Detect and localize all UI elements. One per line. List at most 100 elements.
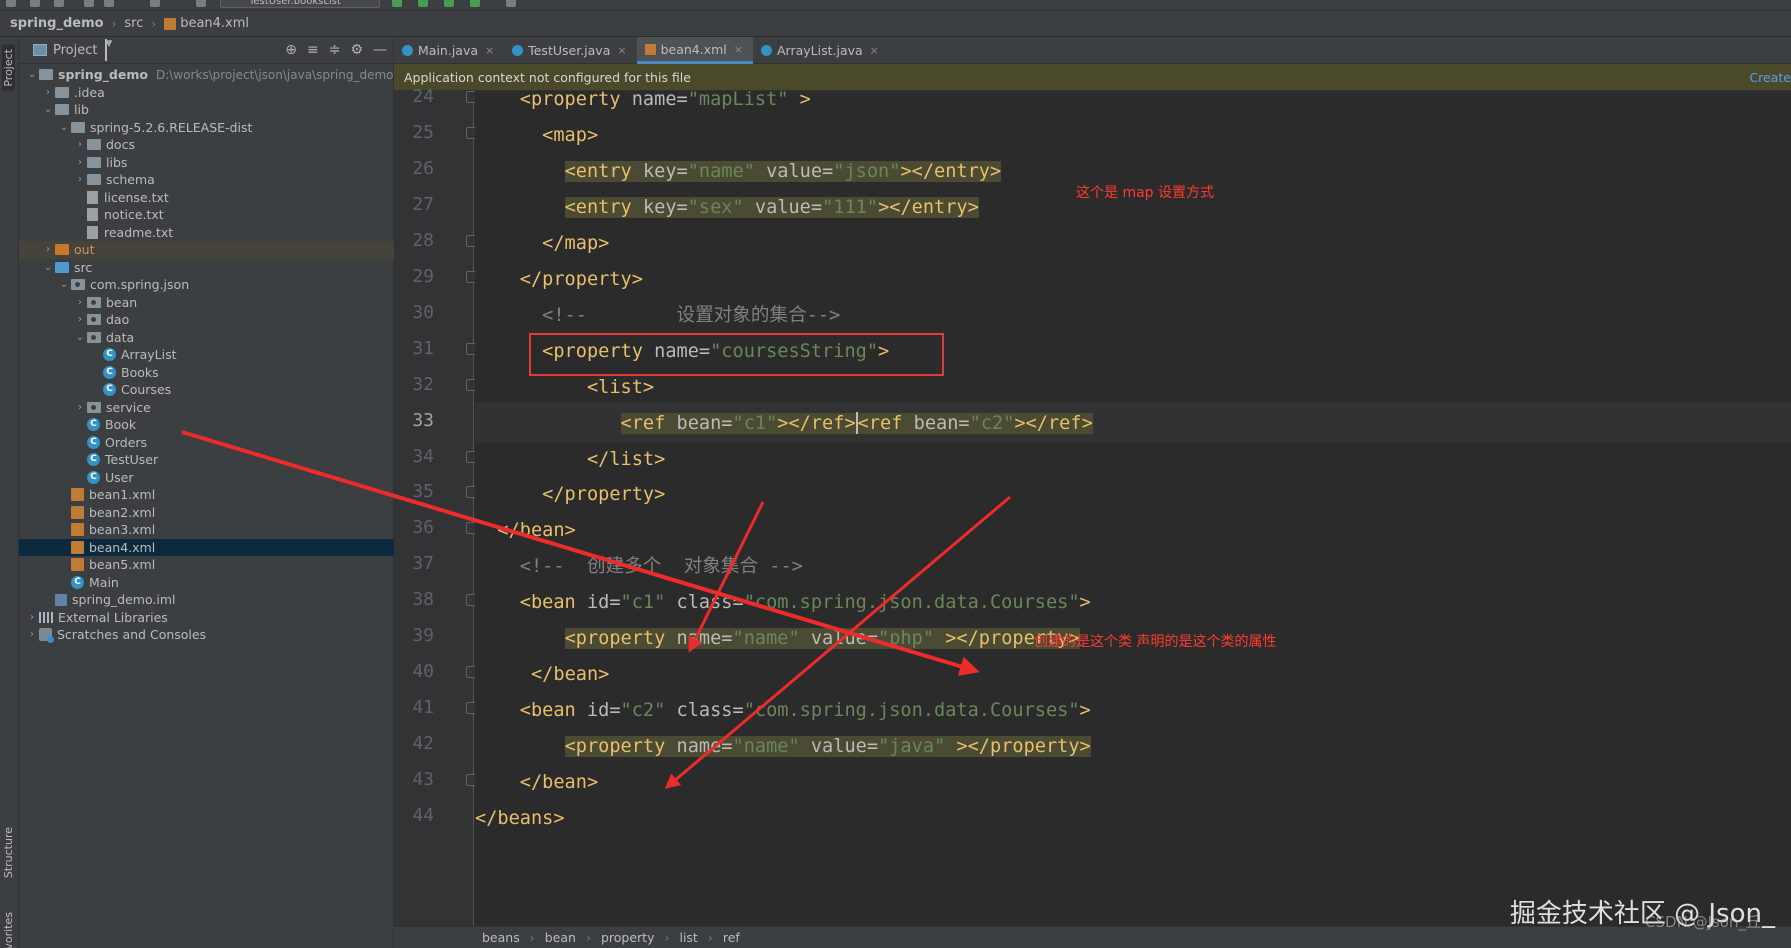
tree-item[interactable]: › bean [19, 294, 394, 312]
code-line[interactable]: </map> [475, 223, 609, 264]
tree-item[interactable]: › libs [19, 154, 394, 172]
chevron-down-icon[interactable]: ⌄ [57, 279, 71, 290]
hammer-icon[interactable] [196, 0, 206, 7]
breadcrumb-item[interactable]: bean [545, 930, 576, 945]
chevron-down-icon[interactable]: ⌄ [25, 69, 39, 80]
code-line[interactable]: <entry key="name" value="json"></entry> [475, 151, 1002, 192]
tree-item[interactable]: C Main [19, 574, 394, 592]
chevron-down-icon[interactable]: ⌄ [73, 332, 87, 343]
sync-icon[interactable] [54, 0, 64, 7]
tree-item[interactable]: spring_demo.iml [19, 591, 394, 609]
tree-item[interactable]: ⌄ src [19, 259, 394, 277]
breadcrumb-item[interactable]: beans [482, 930, 520, 945]
tree-item[interactable]: C User [19, 469, 394, 487]
chevron-right-icon[interactable]: › [73, 314, 87, 325]
tree-item[interactable]: › docs [19, 136, 394, 154]
code-line[interactable]: <entry key="sex" value="111"></entry> [475, 187, 979, 228]
tree-item[interactable]: bean4.xml [19, 538, 394, 556]
code-line[interactable]: </beans> [475, 798, 565, 839]
run-icon[interactable] [392, 0, 402, 7]
project-view-selector[interactable]: Project [53, 43, 97, 58]
tree-item[interactable]: C ArrayList [19, 346, 394, 364]
create-link[interactable]: Create [1749, 70, 1791, 85]
tree-item[interactable]: readme.txt [19, 224, 394, 242]
chevron-right-icon[interactable]: › [73, 139, 87, 150]
tree-item[interactable]: C TestUser [19, 451, 394, 469]
chevron-down-icon[interactable]: ⌄ [57, 122, 71, 133]
code-line[interactable]: <ref bean="c1"></ref> <ref bean="c2"></re… [475, 403, 1093, 444]
close-icon[interactable]: × [617, 44, 626, 57]
expand-all-icon[interactable]: ≡ [307, 42, 319, 58]
locate-icon[interactable]: ⊕ [285, 42, 297, 58]
breadcrumb-item[interactable]: property [601, 930, 655, 945]
chevron-right-icon[interactable]: › [73, 402, 87, 413]
close-icon[interactable]: × [485, 44, 494, 57]
tree-item[interactable]: ⌄ com.spring.json [19, 276, 394, 294]
code-line[interactable]: </bean> [475, 762, 598, 803]
code-line[interactable]: <map> [475, 115, 598, 156]
tree-item[interactable]: ⌄ data [19, 329, 394, 347]
chevron-down-icon[interactable]: ⌄ [41, 262, 55, 273]
chevron-right-icon[interactable]: › [41, 87, 55, 98]
nav-project[interactable]: spring_demo [10, 16, 104, 31]
chevron-right-icon[interactable]: › [73, 157, 87, 168]
tree-item[interactable]: ⌄ lib [19, 101, 394, 119]
save-icon[interactable] [6, 0, 16, 7]
code-line[interactable]: <property name="name" value="php" ></pro… [475, 618, 1080, 659]
chevron-right-icon[interactable]: › [25, 612, 39, 623]
gear-icon[interactable]: ⚙ [350, 42, 363, 58]
save-all-icon[interactable] [30, 0, 40, 7]
nav-file[interactable]: bean4.xml [180, 16, 249, 31]
chevron-right-icon[interactable]: › [25, 629, 39, 640]
close-icon[interactable]: × [734, 43, 743, 56]
tree-item[interactable]: › out [19, 241, 394, 259]
tree-item[interactable]: C Orders [19, 434, 394, 452]
project-tool-button[interactable]: Project [2, 45, 15, 91]
chevron-right-icon[interactable]: › [73, 174, 87, 185]
code-line[interactable]: </property> [475, 474, 665, 515]
code-line[interactable]: <bean id="c2" class="com.spring.json.dat… [475, 690, 1091, 731]
code-line[interactable]: </bean> [475, 654, 609, 695]
code-editor[interactable]: <property name="mapList" > <map> <entry … [475, 91, 1791, 926]
tree-item[interactable]: › dao [19, 311, 394, 329]
code-line[interactable]: <!-- 创建多个 对象集合 --> [475, 546, 803, 587]
tree-item[interactable]: C Books [19, 364, 394, 382]
tree-item[interactable]: bean1.xml [19, 486, 394, 504]
chevron-down-icon[interactable]: ▼ [105, 39, 112, 61]
tree-item[interactable]: › .idea [19, 84, 394, 102]
breadcrumb-item[interactable]: ref [723, 930, 740, 945]
build-icon[interactable] [150, 0, 160, 7]
tree-item[interactable]: notice.txt [19, 206, 394, 224]
code-line[interactable]: </bean> [475, 510, 575, 551]
code-line[interactable]: <!-- 设置对象的集合--> [475, 295, 840, 336]
tree-item[interactable]: ⌄ spring-5.2.6.RELEASE-dist [19, 119, 394, 137]
tree-item[interactable]: › External Libraries [19, 609, 394, 627]
tree-item[interactable]: › service [19, 399, 394, 417]
profile-icon[interactable] [470, 0, 480, 7]
chevron-down-icon[interactable]: ⌄ [41, 104, 55, 115]
nav-folder[interactable]: src [124, 16, 143, 31]
stop-icon[interactable] [506, 0, 516, 7]
forward-icon[interactable] [104, 0, 114, 7]
code-line[interactable]: </property> [475, 259, 643, 300]
hide-icon[interactable]: — [373, 42, 387, 58]
close-icon[interactable]: × [870, 44, 879, 57]
editor-tab[interactable]: Main.java × [394, 37, 504, 64]
chevron-right-icon[interactable]: › [73, 297, 87, 308]
collapse-all-icon[interactable]: ≑ [329, 42, 341, 58]
structure-tool-button[interactable]: Structure [2, 827, 15, 878]
run-config-select[interactable]: TestUser.booksList [220, 0, 380, 8]
chevron-right-icon[interactable]: › [41, 244, 55, 255]
code-line[interactable]: <property name="name" value="java" ></pr… [475, 726, 1091, 767]
favorites-tool-button[interactable]: Favorites [2, 912, 15, 948]
tree-item[interactable]: › schema [19, 171, 394, 189]
tree-item[interactable]: ⌄ spring_demo D:\works\project\json\java\s… [19, 66, 394, 84]
tree-item[interactable]: › Scratches and Consoles [19, 626, 394, 644]
coverage-icon[interactable] [444, 0, 454, 7]
editor-tab[interactable]: ArrayList.java × [753, 37, 889, 64]
back-icon[interactable] [84, 0, 94, 7]
breadcrumb-item[interactable]: list [679, 930, 697, 945]
editor-tab[interactable]: bean4.xml × [636, 37, 753, 64]
tree-item[interactable]: bean3.xml [19, 521, 394, 539]
editor-tab[interactable]: TestUser.java × [504, 37, 636, 64]
